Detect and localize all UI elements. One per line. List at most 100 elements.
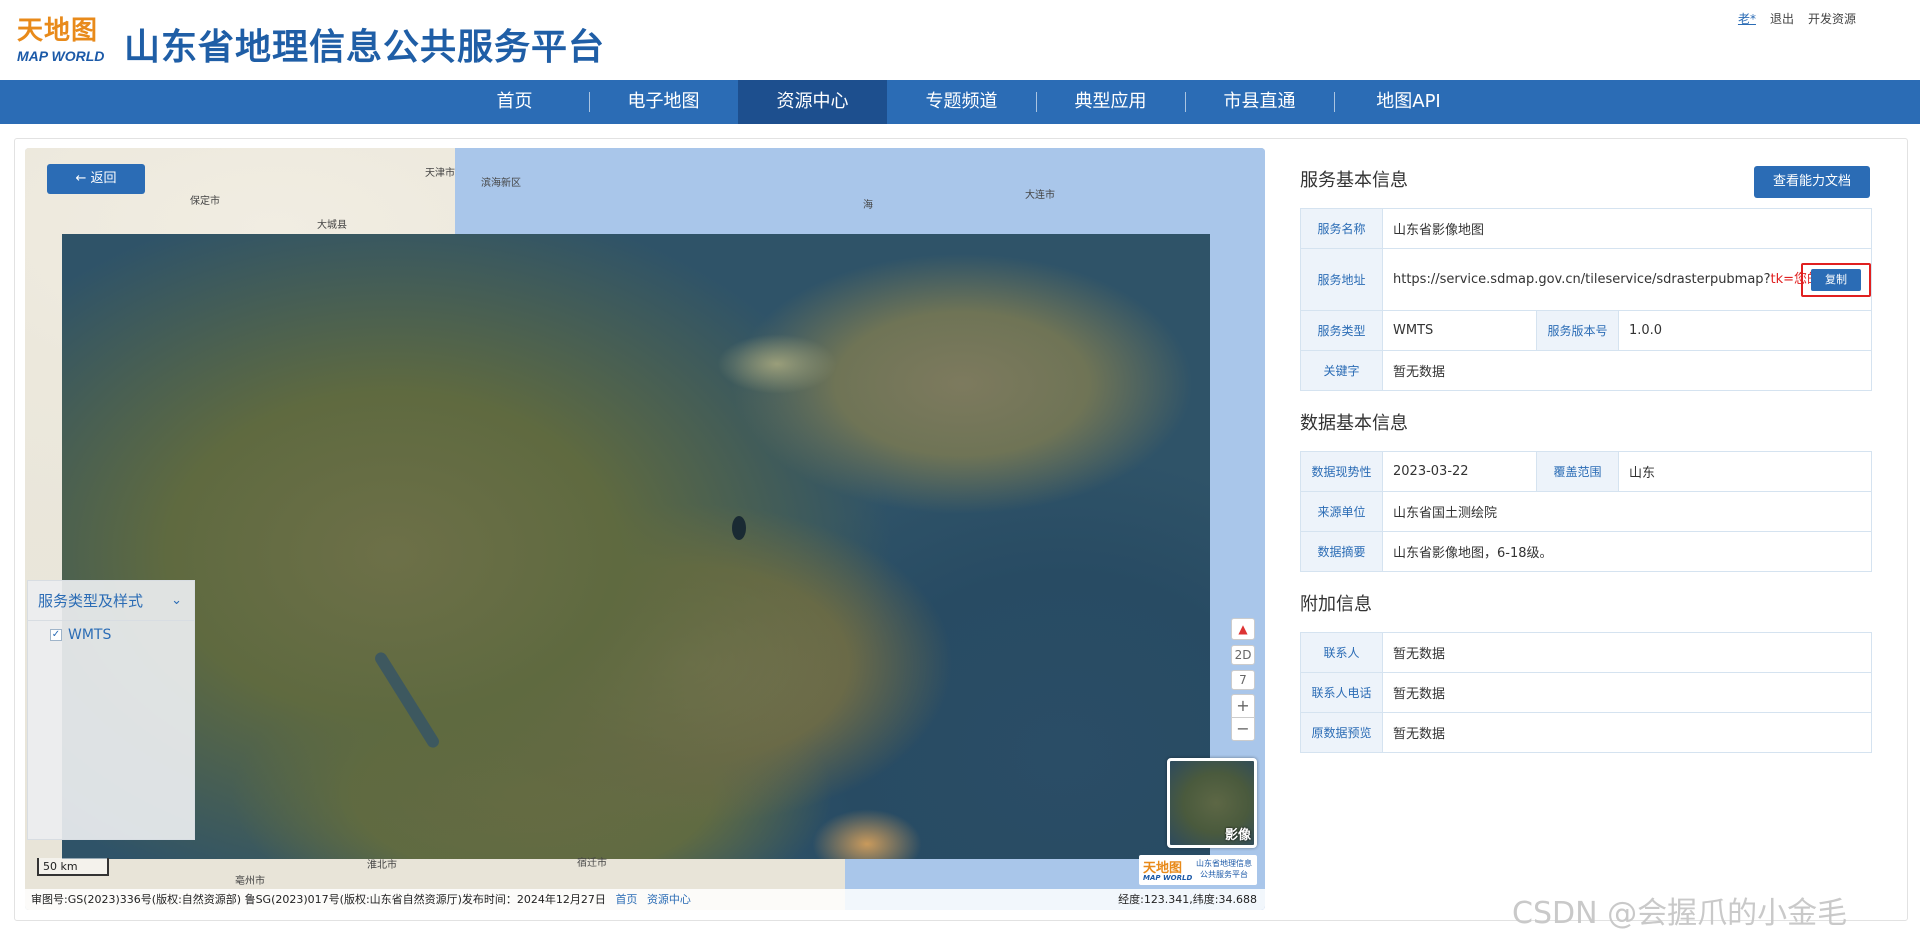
badge-line2: 公共服务平台: [1200, 870, 1248, 879]
approval-text: 审图号:GS(2023)336号(版权:自然资源部) 鲁SG(2023)017号…: [31, 893, 606, 906]
layer-item-wmts[interactable]: ✓ WMTS: [28, 621, 194, 643]
checkbox-icon[interactable]: ✓: [50, 629, 62, 641]
table-row: 服务地址 https://service.sdmap.gov.cn/tilese…: [1300, 248, 1872, 311]
extra-info-table: 联系人 暂无数据 联系人电话 暂无数据 原数据预览 暂无数据: [1300, 632, 1872, 753]
nav-topic-channel[interactable]: 专题频道: [887, 80, 1036, 124]
table-row: 数据现势性 2023-03-22 覆盖范围 山东: [1300, 451, 1872, 492]
nav-map-api[interactable]: 地图API: [1334, 80, 1483, 124]
scale-bar: 50 km: [37, 858, 109, 876]
river-feature: [372, 650, 442, 750]
contact-key: 联系人: [1300, 632, 1383, 673]
map-label-suqian: 宿迁市: [577, 858, 607, 869]
footer-link-resources[interactable]: 资源中心: [647, 893, 691, 906]
data-currency-key: 数据现势性: [1300, 451, 1383, 492]
main-nav: 首页 电子地图 资源中心 专题频道 典型应用 市县直通 地图API: [0, 80, 1920, 124]
dev-resources-link[interactable]: 开发资源: [1808, 10, 1856, 27]
satellite-imagery-layer: [62, 234, 1210, 859]
nav-home[interactable]: 首页: [440, 80, 589, 124]
layer-panel-title: 服务类型及样式: [38, 592, 144, 610]
summary-key: 数据摘要: [1300, 531, 1383, 572]
tianditu-logo[interactable]: 天地图 MAP WORLD: [15, 10, 113, 70]
map-label-binhai: 滨海新区: [481, 178, 521, 189]
table-row: 来源单位 山东省国土测绘院: [1300, 491, 1872, 532]
map-label-baoding: 保定市: [190, 196, 220, 207]
table-row: 数据摘要 山东省影像地图，6-18级。: [1300, 531, 1872, 572]
map-label-bozhou: 亳州市: [235, 876, 265, 887]
service-version-value: 1.0.0: [1618, 310, 1872, 351]
compass-icon[interactable]: ▲: [1231, 618, 1255, 640]
preview-value: 暂无数据: [1382, 712, 1872, 753]
coastal-shoal: [812, 809, 922, 859]
zoom-in-button[interactable]: +: [1231, 694, 1255, 718]
platform-badge: 天地图 MAP WORLD 山东省地理信息 公共服务平台: [1139, 855, 1257, 885]
logo-subtext: MAP WORLD: [17, 48, 105, 64]
data-info-title: 数据基本信息: [1300, 413, 1408, 434]
service-name-key: 服务名称: [1300, 208, 1383, 249]
preview-key: 原数据预览: [1300, 712, 1383, 753]
basemap-switcher[interactable]: 影像: [1167, 758, 1257, 848]
coverage-value: 山东: [1618, 451, 1872, 492]
table-row: 关键字 暂无数据: [1300, 350, 1872, 391]
service-name-value: 山东省影像地图: [1382, 208, 1872, 249]
service-url-key: 服务地址: [1300, 248, 1383, 311]
table-row: 服务名称 山东省影像地图: [1300, 208, 1872, 249]
nav-resource-center[interactable]: 资源中心: [738, 80, 887, 124]
nav-typical-apps[interactable]: 典型应用: [1036, 80, 1185, 124]
map-label-huaibei: 淮北市: [367, 860, 397, 871]
service-type-value: WMTS: [1382, 310, 1537, 351]
zoom-out-button[interactable]: −: [1231, 717, 1255, 741]
phone-key: 联系人电话: [1300, 672, 1383, 713]
badge-line1: 山东省地理信息: [1196, 859, 1252, 868]
top-links: 老* 退出 开发资源: [1738, 10, 1856, 27]
user-link[interactable]: 老*: [1738, 10, 1756, 27]
keyword-key: 关键字: [1300, 350, 1383, 391]
data-info-table: 数据现势性 2023-03-22 覆盖范围 山东 来源单位 山东省国土测绘院 数…: [1300, 451, 1872, 572]
badge-platform-name: 山东省地理信息 公共服务平台: [1195, 858, 1253, 880]
table-row: 联系人 暂无数据: [1300, 632, 1872, 673]
table-row: 联系人电话 暂无数据: [1300, 672, 1872, 713]
table-row: 服务类型 WMTS 服务版本号 1.0.0: [1300, 310, 1872, 351]
footer-link-home[interactable]: 首页: [615, 893, 637, 906]
logo-text: 天地图: [17, 16, 99, 46]
map-label-dalian: 大连市: [1025, 190, 1055, 201]
view-capabilities-button[interactable]: 查看能力文档: [1754, 166, 1870, 198]
zoom-level-indicator: 7: [1231, 670, 1255, 690]
source-value: 山东省国土测绘院: [1382, 491, 1872, 532]
map-label-sea: 海: [863, 200, 873, 211]
layer-item-label: WMTS: [68, 627, 112, 643]
site-title: 山东省地理信息公共服务平台: [124, 26, 606, 67]
map-label-dacheng: 大城县: [317, 220, 347, 231]
service-type-key: 服务类型: [1300, 310, 1383, 351]
nav-county-direct[interactable]: 市县直通: [1185, 80, 1334, 124]
yellow-river-delta: [717, 334, 837, 394]
view-mode-toggle[interactable]: 2D: [1231, 645, 1255, 665]
map-footer: 审图号:GS(2023)336号(版权:自然资源部) 鲁SG(2023)017号…: [25, 889, 1265, 910]
layer-panel: 服务类型及样式 ⌄ ✓ WMTS: [27, 580, 195, 840]
keyword-value: 暂无数据: [1382, 350, 1872, 391]
service-info-table: 服务名称 山东省影像地图 服务地址 https://service.sdmap.…: [1300, 208, 1872, 391]
contact-value: 暂无数据: [1382, 632, 1872, 673]
map-label-tianjin: 天津市: [425, 168, 455, 179]
layer-panel-header[interactable]: 服务类型及样式 ⌄: [28, 581, 194, 621]
header: 天地图 MAP WORLD 山东省地理信息公共服务平台 老* 退出 开发资源: [0, 0, 1920, 80]
lake-feature: [732, 516, 746, 540]
coordinate-readout: 经度:123.341,纬度:34.688: [1118, 893, 1257, 906]
extra-info-title: 附加信息: [1300, 594, 1372, 615]
nav-electronic-map[interactable]: 电子地图: [589, 80, 738, 124]
back-button[interactable]: ← 返回: [47, 164, 145, 194]
copy-button[interactable]: 复制: [1811, 269, 1861, 291]
watermark: CSDN @会握爪的小金毛: [1512, 896, 1848, 931]
phone-value: 暂无数据: [1382, 672, 1872, 713]
basemap-label: 影像: [1224, 828, 1251, 843]
service-url-cell: https://service.sdmap.gov.cn/tileservice…: [1382, 248, 1872, 311]
badge-brand-sub: MAP WORLD: [1143, 874, 1193, 882]
data-currency-value: 2023-03-22: [1382, 451, 1537, 492]
logout-link[interactable]: 退出: [1770, 10, 1794, 27]
map-viewer[interactable]: 天津市 大连市 保定市 大城县 滨海新区 海 淮北市 宿迁市 亳州市 ← 返回 …: [25, 148, 1265, 910]
info-panel: 服务基本信息 查看能力文档 服务名称 山东省影像地图 服务地址 https://…: [1300, 148, 1872, 753]
service-version-key: 服务版本号: [1536, 310, 1619, 351]
service-url-value: https://service.sdmap.gov.cn/tileservice…: [1393, 271, 1771, 287]
summary-value: 山东省影像地图，6-18级。: [1382, 531, 1872, 572]
table-row: 原数据预览 暂无数据: [1300, 712, 1872, 753]
chevron-down-icon[interactable]: ⌄: [171, 581, 182, 621]
